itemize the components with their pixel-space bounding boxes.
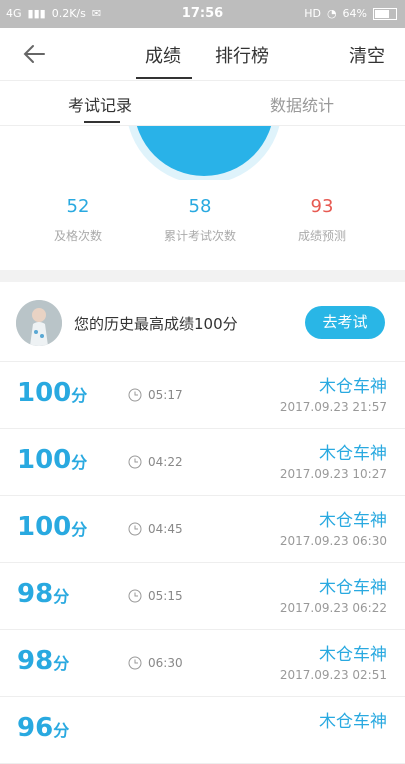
record-score: 100分 bbox=[17, 445, 87, 475]
clock-icon bbox=[128, 522, 142, 536]
clear-button[interactable]: 清空 bbox=[349, 42, 385, 68]
record-duration: 06:30 bbox=[128, 656, 183, 670]
stat-label: 累计考试次数 bbox=[163, 229, 236, 243]
record-score: 98分 bbox=[17, 579, 69, 609]
stat-value: 93 bbox=[310, 196, 334, 217]
wifi-icon: ◔ bbox=[326, 7, 337, 20]
sub-tabs: 考试记录 数据统计 bbox=[0, 81, 405, 126]
duration-text: 05:15 bbox=[148, 589, 183, 603]
list-item[interactable]: 100分 04:22 木仓车神 2017.09.23 10:27 bbox=[0, 429, 405, 496]
stat-value: 52 bbox=[66, 196, 90, 217]
avatar bbox=[16, 300, 62, 346]
status-right: HD ◔ 64% bbox=[304, 7, 397, 20]
subtab-indicator bbox=[84, 121, 120, 123]
score-value: 100 bbox=[17, 378, 72, 408]
record-score: 96分 bbox=[17, 713, 69, 743]
record-date: 2017.09.23 21:57 bbox=[279, 400, 387, 414]
battery-icon bbox=[373, 7, 397, 20]
tab-scores[interactable]: 成绩 bbox=[145, 42, 181, 68]
back-arrow-icon[interactable] bbox=[20, 40, 48, 68]
go-exam-button[interactable]: 去考试 bbox=[305, 306, 385, 339]
record-name: 木仓车神 bbox=[319, 444, 387, 464]
tab-exam-records[interactable]: 考试记录 bbox=[68, 92, 132, 116]
record-duration: 05:17 bbox=[128, 388, 183, 402]
list-item[interactable]: 98分 06:30 木仓车神 2017.09.23 02:51 bbox=[0, 630, 405, 697]
list-item[interactable]: 100分 04:45 木仓车神 2017.09.23 06:30 bbox=[0, 496, 405, 563]
record-score: 100分 bbox=[17, 378, 87, 408]
score-value: 100 bbox=[17, 512, 72, 542]
record-name: 木仓车神 bbox=[319, 511, 387, 531]
clock-icon bbox=[128, 656, 142, 670]
record-duration: 05:15 bbox=[128, 589, 183, 603]
stat-value: 58 bbox=[188, 196, 212, 217]
score-unit: 分 bbox=[71, 453, 88, 472]
record-date: 2017.09.23 02:51 bbox=[279, 668, 387, 682]
duration-text: 04:22 bbox=[148, 455, 183, 469]
record-date: 2017.09.23 10:27 bbox=[279, 467, 387, 481]
record-date: 2017.09.23 06:22 bbox=[279, 601, 387, 615]
exam-record-list: 100分 05:17 木仓车神 2017.09.23 21:57 100分 04… bbox=[0, 362, 405, 764]
score-unit: 分 bbox=[53, 721, 70, 740]
battery-text: 64% bbox=[342, 7, 367, 20]
stat-total-exams: 58 累计考试次数 bbox=[140, 196, 260, 244]
record-name: 木仓车神 bbox=[319, 645, 387, 665]
clock-icon bbox=[128, 455, 142, 469]
score-value: 98 bbox=[17, 579, 54, 609]
tab-ranking[interactable]: 排行榜 bbox=[215, 42, 269, 68]
record-name: 木仓车神 bbox=[319, 578, 387, 598]
hd-label: HD bbox=[304, 7, 321, 20]
score-value: 100 bbox=[17, 445, 72, 475]
tab-data-stats[interactable]: 数据统计 bbox=[270, 92, 334, 116]
status-bar: 4G ▮▮▮ 0.2K/s ✉ 17:56 HD ◔ 64% bbox=[0, 0, 405, 28]
score-unit: 分 bbox=[53, 587, 70, 606]
record-name: 木仓车神 bbox=[319, 377, 387, 397]
list-item[interactable]: 96分 木仓车神 bbox=[0, 697, 405, 764]
record-date: 2017.09.23 06:30 bbox=[279, 534, 387, 548]
stat-pass-count: 52 及格次数 bbox=[18, 196, 138, 244]
score-unit: 分 bbox=[53, 654, 70, 673]
stat-label: 成绩预测 bbox=[297, 229, 346, 243]
record-duration: 04:45 bbox=[128, 522, 183, 536]
record-duration: 04:22 bbox=[128, 455, 183, 469]
duration-text: 05:17 bbox=[148, 388, 183, 402]
duration-text: 04:45 bbox=[148, 522, 183, 536]
tab-indicator bbox=[136, 77, 192, 79]
score-value: 96 bbox=[17, 713, 54, 743]
stat-label: 及格次数 bbox=[53, 229, 102, 243]
stat-score-prediction: 93 成绩预测 bbox=[262, 196, 382, 244]
best-score-text: 您的历史最高成绩100分 bbox=[74, 315, 238, 333]
stats-row: 52 及格次数 58 累计考试次数 93 成绩预测 bbox=[0, 196, 405, 256]
record-score: 98分 bbox=[17, 646, 69, 676]
best-score-bar: 您的历史最高成绩100分 去考试 bbox=[0, 283, 405, 362]
score-circle-chart bbox=[128, 126, 280, 180]
score-unit: 分 bbox=[71, 520, 88, 539]
top-header: 成绩 排行榜 清空 bbox=[0, 28, 405, 81]
clock-icon bbox=[128, 589, 142, 603]
duration-text: 06:30 bbox=[148, 656, 183, 670]
list-item[interactable]: 98分 05:15 木仓车神 2017.09.23 06:22 bbox=[0, 563, 405, 630]
list-item[interactable]: 100分 05:17 木仓车神 2017.09.23 21:57 bbox=[0, 362, 405, 429]
clock-icon bbox=[128, 388, 142, 402]
record-score: 100分 bbox=[17, 512, 87, 542]
score-value: 98 bbox=[17, 646, 54, 676]
score-unit: 分 bbox=[71, 386, 88, 405]
section-divider bbox=[0, 270, 405, 282]
